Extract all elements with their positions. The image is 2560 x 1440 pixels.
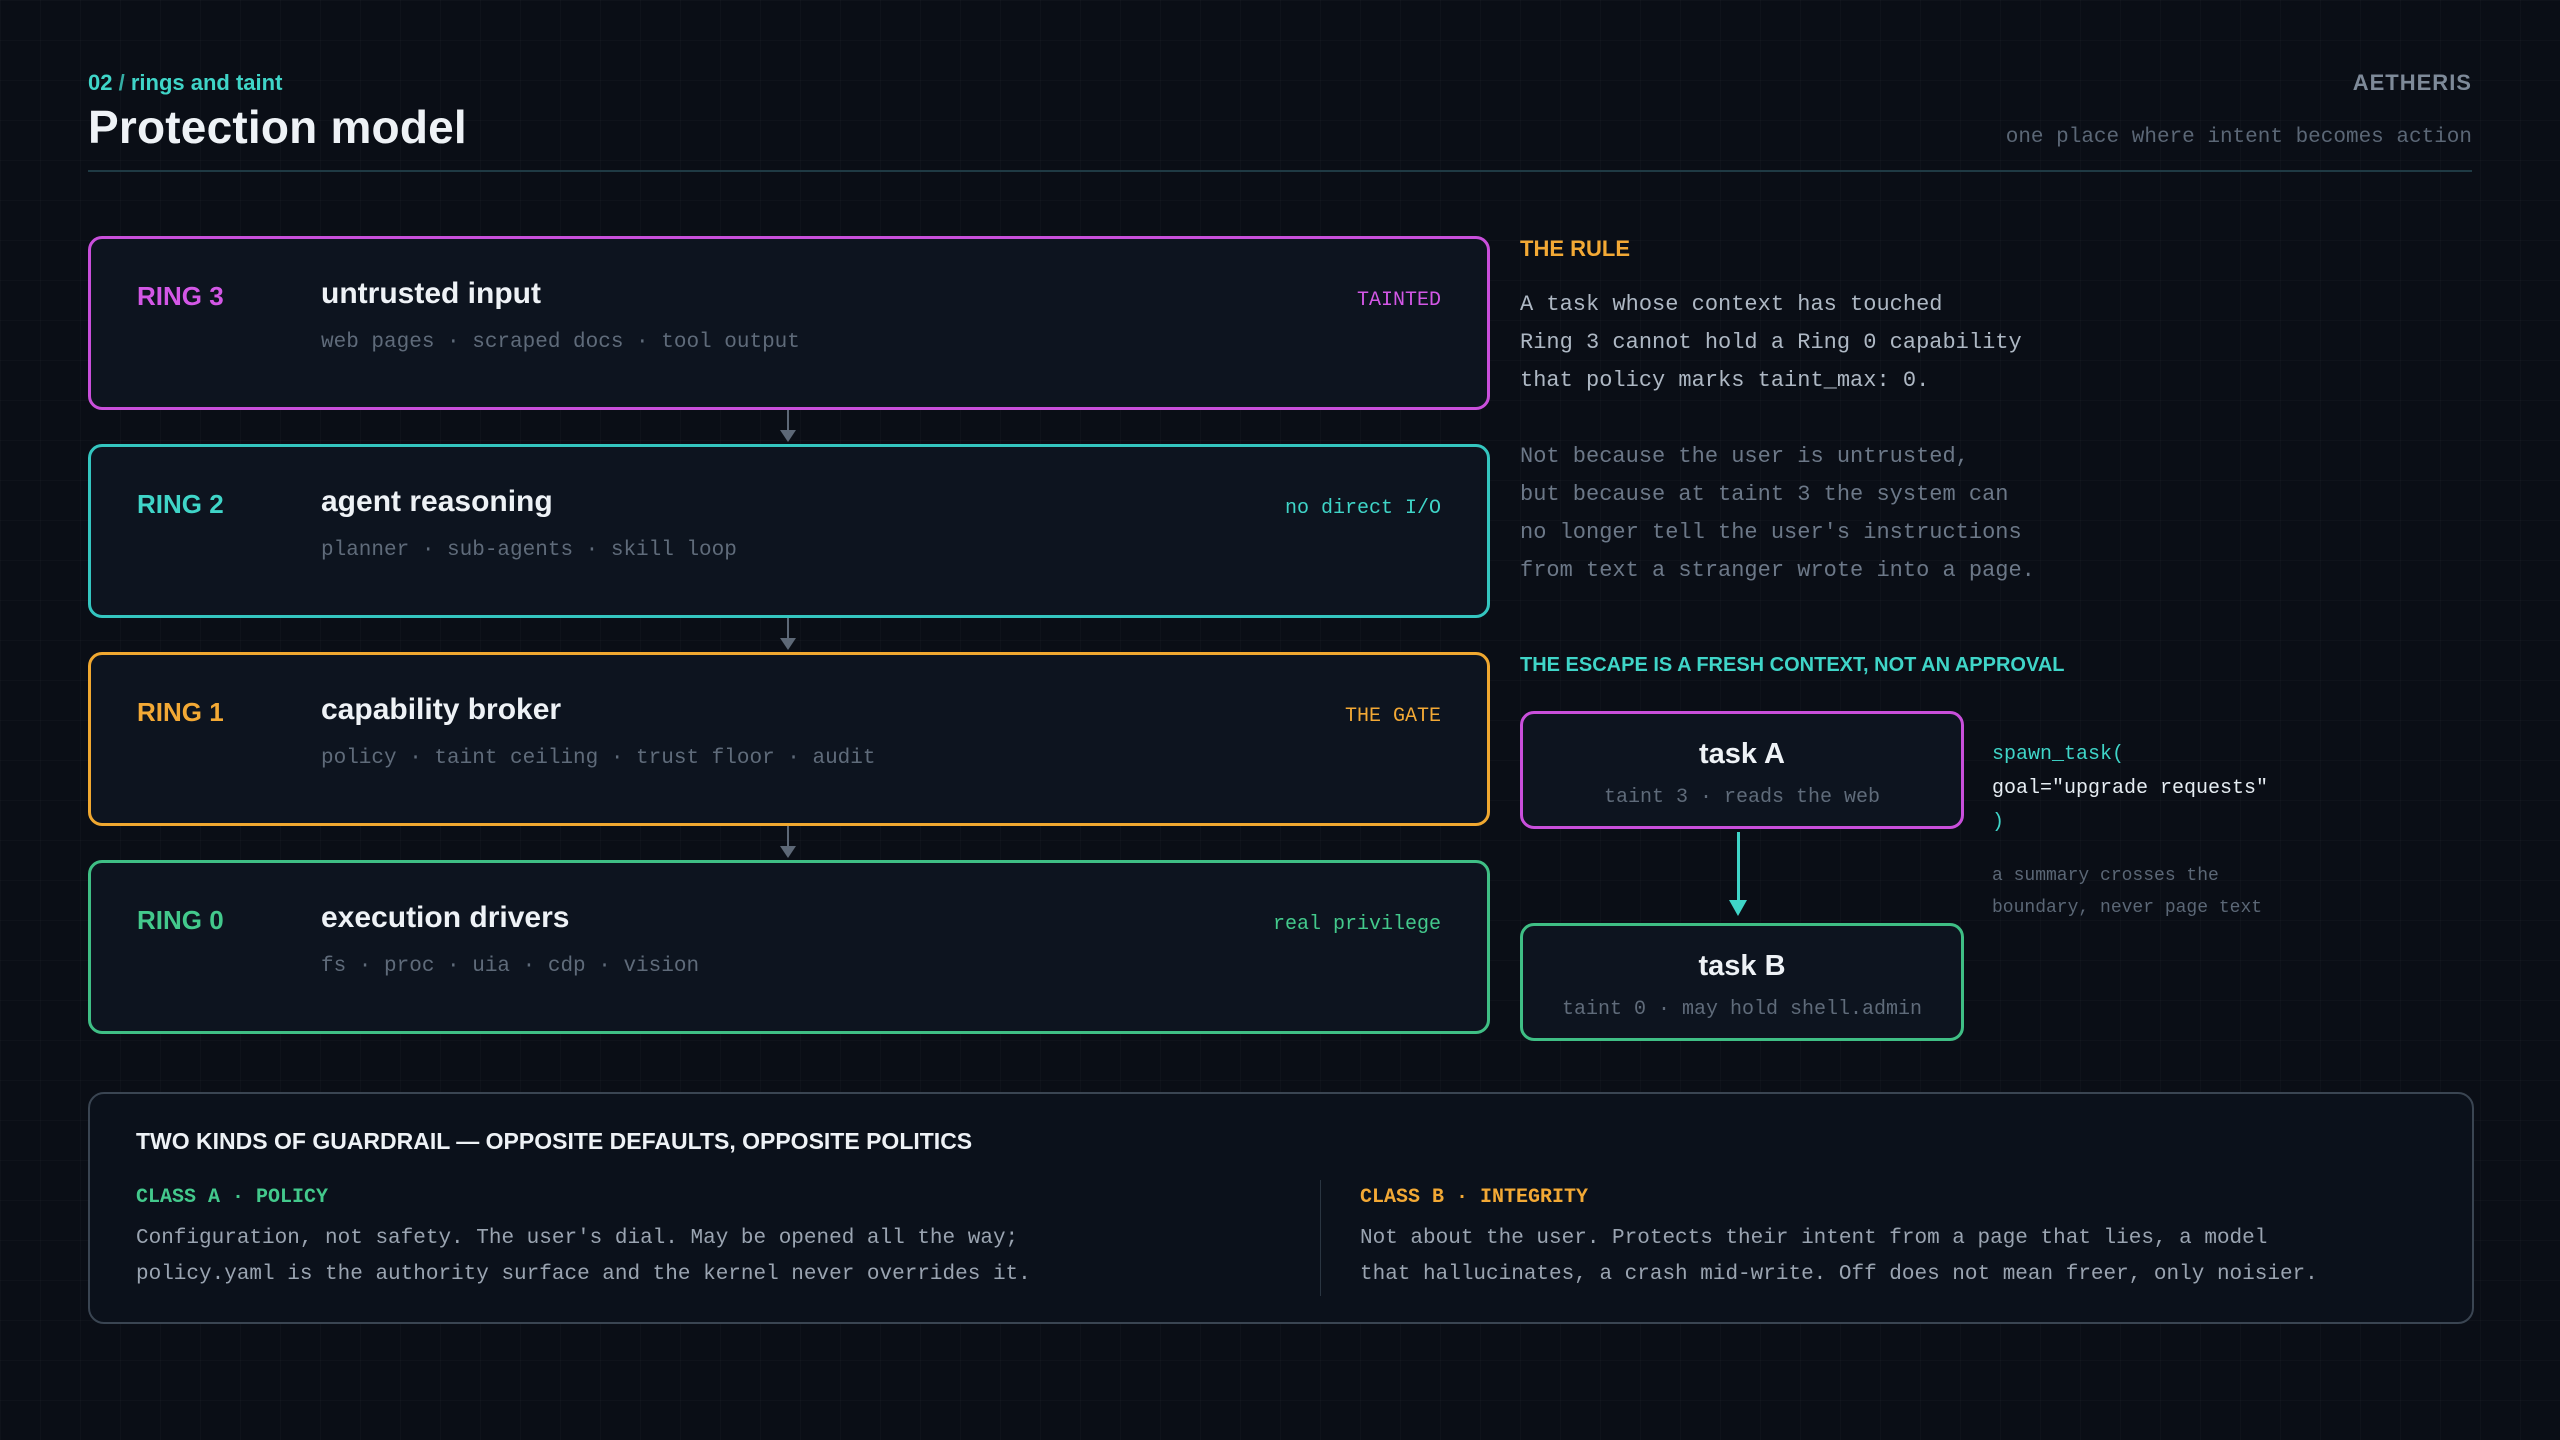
rule-line: A task whose context has touched — [1520, 292, 1943, 317]
ring-3-box: RING 3 untrusted input web pages · scrap… — [88, 236, 1490, 410]
class-b-line: that hallucinates, a crash mid-write. Of… — [1360, 1263, 2318, 1286]
rationale-line: but because at taint 3 the system can — [1520, 482, 2009, 507]
rule-line: Ring 3 cannot hold a Ring 0 capability — [1520, 330, 2022, 355]
ring-0-box: RING 0 execution drivers fs · proc · uia… — [88, 860, 1490, 1034]
boundary-note: a summary crosses the boundary, never pa… — [1992, 860, 2262, 924]
ring-tag: no direct I/O — [1284, 497, 1441, 520]
ring-subtitle: planner · sub-agents · skill loop — [321, 539, 737, 562]
rationale-line: Not because the user is untrusted, — [1520, 444, 1969, 469]
class-b-line: Not about the user. Protects their inten… — [1360, 1227, 2268, 1250]
code-call: spawn_task( — [1992, 743, 2125, 766]
note-line: a summary crosses the — [1992, 866, 2219, 886]
task-title: task B — [1698, 950, 1786, 982]
task-b-box: task B taint 0 · may hold shell.admin — [1520, 923, 1964, 1041]
ring-subtitle: policy · taint ceiling · trust floor · a… — [321, 747, 876, 770]
class-b-body: Not about the user. Protects their inten… — [1360, 1221, 2480, 1293]
ring-tag: THE GATE — [1344, 705, 1441, 728]
guardrail-heading: TWO KINDS OF GUARDRAIL — OPPOSITE DEFAUL… — [136, 1128, 973, 1154]
class-a-line: Configuration, not safety. The user's di… — [136, 1227, 1019, 1250]
ring-title: execution drivers — [321, 901, 570, 934]
ring-label: RING 2 — [137, 489, 224, 519]
note-line: boundary, never page text — [1992, 898, 2263, 918]
brand-tagline: one place where intent becomes action — [2005, 126, 2472, 149]
escape-heading: THE ESCAPE IS A FRESH CONTEXT, NOT AN AP… — [1520, 654, 2065, 676]
ring-tag: real privilege — [1272, 913, 1441, 936]
guardrail-panel: TWO KINDS OF GUARDRAIL — OPPOSITE DEFAUL… — [88, 1092, 2474, 1324]
ring-1-box: RING 1 capability broker policy · taint … — [88, 652, 1490, 826]
rule-heading: THE RULE — [1520, 236, 1630, 261]
ring-tag: TAINTED — [1356, 289, 1441, 312]
task-title: task A — [1699, 738, 1785, 770]
ring-label: RING 1 — [137, 697, 224, 727]
rule-line: that policy marks taint_max: 0. — [1520, 368, 1930, 393]
spawn-task-code: spawn_task( goal="upgrade requests" ) — [1992, 738, 2268, 840]
ring-title: capability broker — [321, 693, 562, 726]
task-subtitle: taint 3 · reads the web — [1603, 786, 1881, 809]
rule-rationale: Not because the user is untrusted, but b… — [1520, 438, 2420, 590]
header-divider — [88, 170, 2472, 172]
section-separator: / — [118, 70, 125, 95]
class-a-line: policy.yaml is the authority surface and… — [136, 1263, 1031, 1286]
rationale-line: no longer tell the user's instructions — [1520, 520, 2022, 545]
code-argument: goal="upgrade requests" — [1992, 777, 2269, 800]
ring-label: RING 0 — [137, 905, 224, 935]
task-subtitle: taint 0 · may hold shell.admin — [1561, 998, 1923, 1021]
task-a-box: task A taint 3 · reads the web — [1520, 711, 1964, 829]
column-divider — [1320, 1180, 1321, 1296]
section-number: 02 — [88, 70, 113, 95]
ring-label: RING 3 — [137, 281, 224, 311]
section-name: rings and taint — [130, 70, 283, 95]
section-kicker: 02 / rings and taint — [88, 70, 282, 96]
ring-subtitle: web pages · scraped docs · tool output — [321, 331, 800, 354]
ring-subtitle: fs · proc · uia · cdp · vision — [321, 955, 700, 978]
ring-title: agent reasoning — [321, 485, 553, 518]
rule-paragraph: A task whose context has touched Ring 3 … — [1520, 286, 2420, 400]
brand-name: AETHERIS — [2352, 70, 2472, 95]
ring-2-box: RING 2 agent reasoning planner · sub-age… — [88, 444, 1490, 618]
ring-title: untrusted input — [321, 277, 541, 310]
code-close: ) — [1992, 811, 2005, 834]
class-a-label: CLASS A · POLICY — [136, 1186, 329, 1209]
class-b-column: CLASS B · INTEGRITY Not about the user. … — [1360, 1186, 2480, 1293]
page-title: Protection model — [88, 101, 467, 153]
rationale-line: from text a stranger wrote into a page. — [1520, 558, 2035, 583]
class-a-body: Configuration, not safety. The user's di… — [136, 1221, 1256, 1293]
class-a-column: CLASS A · POLICY Configuration, not safe… — [136, 1186, 1256, 1293]
class-b-label: CLASS B · INTEGRITY — [1360, 1186, 1589, 1209]
